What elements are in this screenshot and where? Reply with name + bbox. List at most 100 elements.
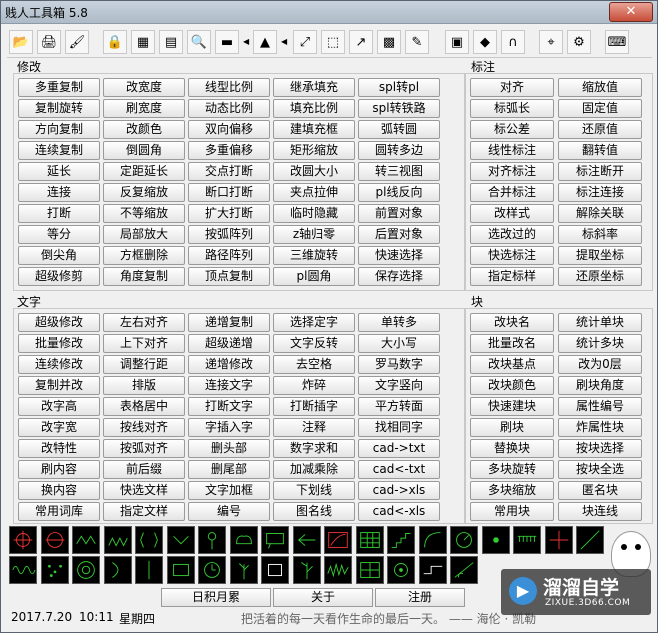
text-button[interactable]: 图名线	[273, 502, 355, 521]
modify-button[interactable]: 倒圆角	[103, 141, 185, 160]
text-button[interactable]: 改字宽	[18, 418, 100, 437]
register-button[interactable]: 注册	[375, 588, 465, 607]
modify-button[interactable]: 夹点拉伸	[273, 183, 355, 202]
daily-tips-button[interactable]: 日积月累	[161, 588, 271, 607]
noise-symbol-icon[interactable]	[324, 556, 352, 584]
modify-button[interactable]: 矩形缩放	[273, 141, 355, 160]
text-button[interactable]: 换内容	[18, 481, 100, 500]
grid-symbol-icon[interactable]	[355, 556, 384, 584]
modify-button[interactable]: 建填充框	[273, 120, 355, 139]
text-button[interactable]: 文字竖向	[358, 376, 440, 395]
flag-icon[interactable]: ▲	[253, 30, 277, 54]
modify-button[interactable]: 刷宽度	[103, 99, 185, 118]
measure-icon[interactable]: ▬	[215, 30, 239, 54]
text-button[interactable]: 超级修改	[18, 313, 100, 332]
text-button[interactable]: 递增修改	[188, 355, 270, 374]
modify-button[interactable]: 双向偏移	[188, 120, 270, 139]
diagonal-symbol-icon[interactable]	[576, 526, 604, 554]
pin-icon[interactable]: ⌖	[539, 30, 563, 54]
comb-symbol-icon[interactable]	[513, 526, 541, 554]
text-button[interactable]: 删头部	[188, 439, 270, 458]
dimension-button[interactable]: 标公差	[470, 120, 554, 139]
dimension-button[interactable]: 标弧长	[470, 99, 554, 118]
modify-button[interactable]: pl线反向	[358, 183, 440, 202]
modify-button[interactable]: 角度复制	[103, 267, 185, 286]
text-button[interactable]: 打断文字	[188, 397, 270, 416]
open-folder-icon[interactable]: 📂	[9, 30, 33, 54]
pin-symbol-icon[interactable]	[198, 526, 226, 554]
table-symbol-icon[interactable]	[355, 526, 384, 554]
text-button[interactable]: cad<-xls	[358, 502, 440, 521]
hatch-symbol-icon[interactable]	[103, 526, 132, 554]
zoom-icon[interactable]: 🔍	[187, 30, 211, 54]
modify-button[interactable]: 三维旋转	[273, 246, 355, 265]
lock-icon[interactable]: 🔒	[103, 30, 127, 54]
modify-button[interactable]: 继承填充	[273, 78, 355, 97]
dimension-button[interactable]: 对齐	[470, 78, 554, 97]
text-button[interactable]: 复制并改	[18, 376, 100, 395]
step-line-symbol-icon[interactable]	[418, 556, 447, 584]
close-button[interactable]: ✕	[609, 2, 653, 22]
block-button[interactable]: 刷块角度	[558, 376, 642, 395]
modify-button[interactable]: 连接	[18, 183, 100, 202]
modify-button[interactable]: 等分	[18, 225, 100, 244]
dimension-button[interactable]: 缩放值	[558, 78, 642, 97]
text-button[interactable]: 选择定字	[273, 313, 355, 332]
text-button[interactable]: 改字高	[18, 397, 100, 416]
document-icon[interactable]: ▤	[159, 30, 183, 54]
text-button[interactable]: 批量修改	[18, 334, 100, 353]
block-button[interactable]: 统计单块	[558, 313, 642, 332]
text-button[interactable]: 指定文样	[103, 502, 185, 521]
slope-symbol-icon[interactable]	[324, 526, 352, 554]
block-button[interactable]: 匿名块	[558, 481, 642, 500]
dots-symbol-icon[interactable]	[40, 556, 69, 584]
line-symbol-icon[interactable]	[135, 556, 163, 584]
text-button[interactable]: 刷内容	[18, 460, 100, 479]
block-icon[interactable]: ⬚	[321, 30, 345, 54]
block-button[interactable]: 属性编号	[558, 397, 642, 416]
modify-button[interactable]: 改颜色	[103, 120, 185, 139]
text-button[interactable]: 左右对齐	[103, 313, 185, 332]
modify-button[interactable]: 线型比例	[188, 78, 270, 97]
modify-button[interactable]: 保存选择	[358, 267, 440, 286]
curve-symbol-icon[interactable]	[418, 526, 447, 554]
text-button[interactable]: 上下对齐	[103, 334, 185, 353]
modify-button[interactable]: 转三视图	[358, 162, 440, 181]
text-button[interactable]: 下划线	[273, 481, 355, 500]
modify-button[interactable]: 局部放大	[103, 225, 185, 244]
tree-symbol-icon[interactable]	[229, 556, 258, 584]
modify-button[interactable]: 不等缩放	[103, 204, 185, 223]
dimension-button[interactable]: 标注连接	[558, 183, 642, 202]
dimension-button[interactable]: 还原值	[558, 120, 642, 139]
explode-icon[interactable]: ⤢	[293, 30, 317, 54]
modify-button[interactable]: spl转pl	[358, 78, 440, 97]
modify-button[interactable]: 多重偏移	[188, 141, 270, 160]
concentric-circle-symbol-icon[interactable]	[72, 556, 100, 584]
keyboard-icon[interactable]: ⌨	[605, 30, 629, 54]
text-button[interactable]: 罗马数字	[358, 355, 440, 374]
dimension-button[interactable]: 选改过的	[470, 225, 554, 244]
modify-button[interactable]: 交点打断	[188, 162, 270, 181]
circle-target-symbol-icon[interactable]	[40, 526, 69, 554]
link-icon[interactable]: ↗	[349, 30, 373, 54]
text-button[interactable]: 连接文字	[188, 376, 270, 395]
dimension-button[interactable]: 快选标注	[470, 246, 554, 265]
gauge-symbol-icon[interactable]	[450, 526, 478, 554]
modify-button[interactable]: 复制旋转	[18, 99, 100, 118]
text-button[interactable]: 删尾部	[188, 460, 270, 479]
block-button[interactable]: 多块缩放	[470, 481, 554, 500]
text-button[interactable]: 编号	[188, 502, 270, 521]
gear-icon[interactable]: ⚙	[567, 30, 591, 54]
zigzag-symbol-icon[interactable]	[72, 526, 100, 554]
block-button[interactable]: 按块选择	[558, 439, 642, 458]
modify-button[interactable]: 后置对象	[358, 225, 440, 244]
text-button[interactable]: 调整行距	[103, 355, 185, 374]
speech-bubble-symbol-icon[interactable]	[261, 526, 289, 554]
dimension-button[interactable]: 还原坐标	[558, 267, 642, 286]
rectangle-symbol-icon[interactable]	[166, 556, 195, 584]
print-icon[interactable]: 🖨	[37, 30, 61, 54]
block-button[interactable]: 改为0层	[558, 355, 642, 374]
modify-button[interactable]: pl圆角	[273, 267, 355, 286]
clock-symbol-icon[interactable]	[198, 556, 226, 584]
text-button[interactable]: 前后缀	[103, 460, 185, 479]
